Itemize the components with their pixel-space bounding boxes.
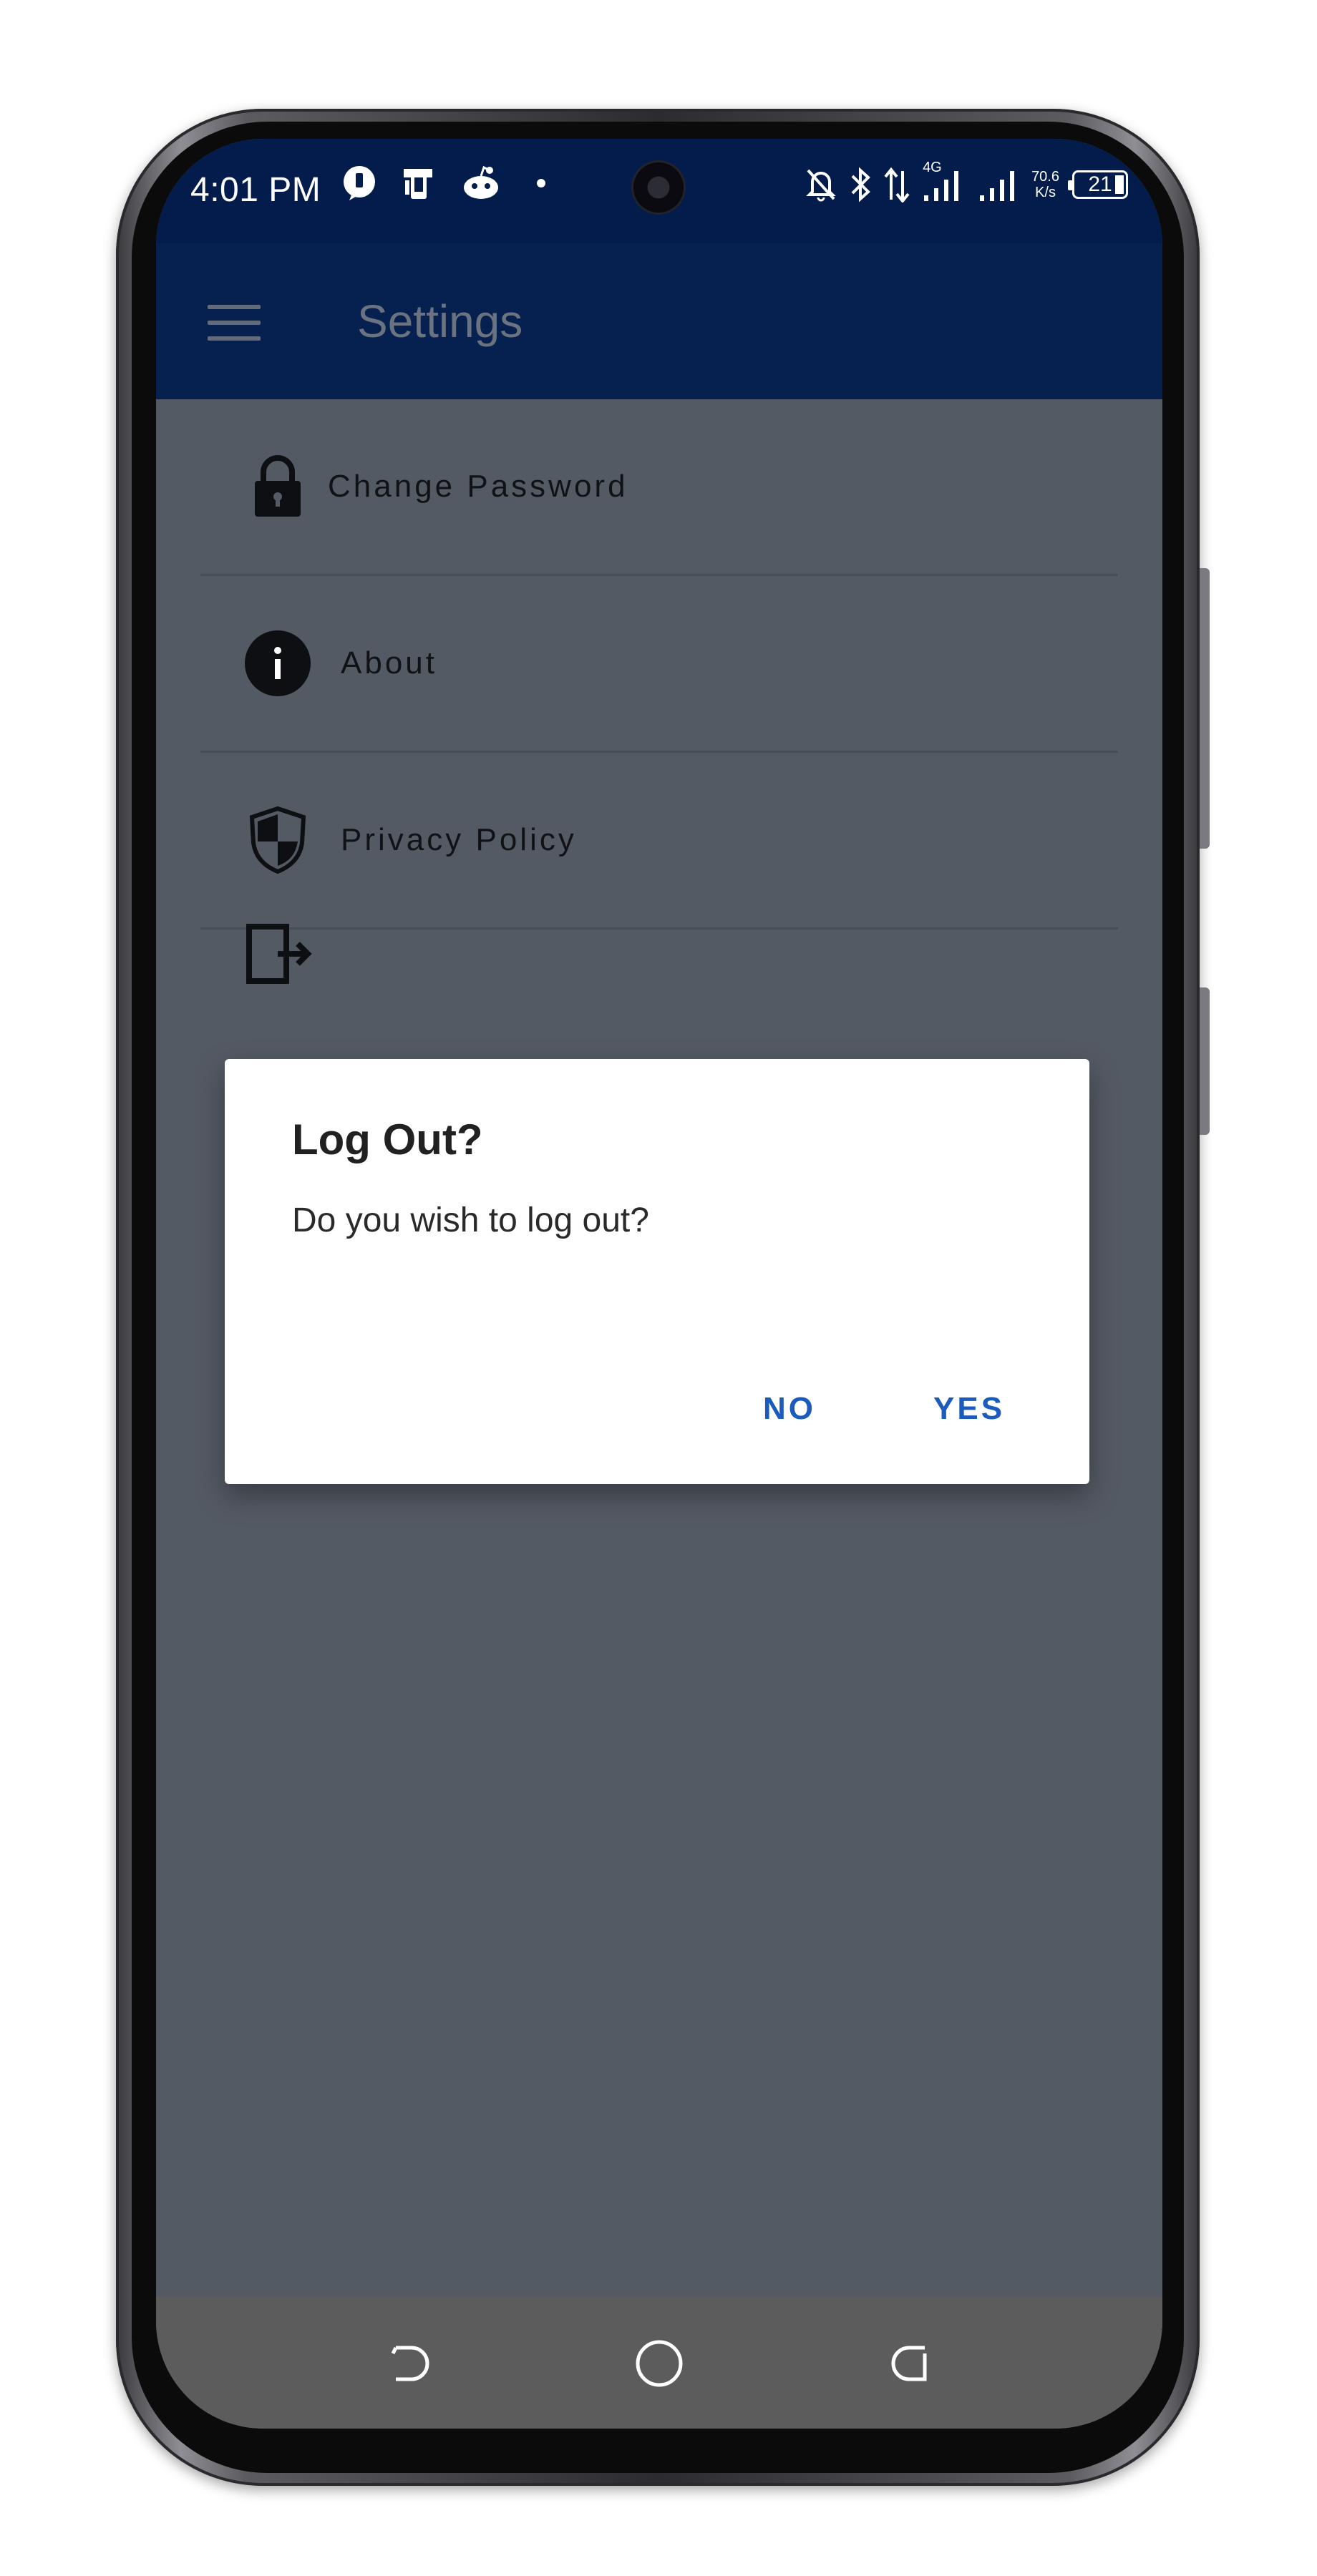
volume-button: [1200, 568, 1210, 849]
settings-list: Change Password About Privacy Policy: [200, 399, 1118, 1104]
status-notification-icons: [341, 165, 545, 202]
settings-item-label: About: [341, 645, 437, 680]
home-icon[interactable]: [634, 2338, 684, 2389]
app-bar: Settings: [156, 243, 1162, 399]
no-button[interactable]: NO: [763, 1391, 816, 1427]
status-system-icons: 4G 70.6 K/s 21: [805, 160, 1128, 203]
data-arrows-icon: [884, 167, 910, 203]
page-title: Settings: [357, 296, 523, 347]
dot-icon: [537, 179, 545, 187]
back-icon[interactable]: [384, 2338, 434, 2389]
mute-bell-icon: [805, 167, 837, 202]
front-camera: [631, 160, 686, 215]
network-speed: 70.6 K/s: [1031, 169, 1059, 200]
settings-item-label: Privacy Policy: [341, 822, 577, 857]
status-time: 4:01 PM: [190, 171, 321, 209]
network-type: 4G: [923, 160, 942, 175]
navigation-bar: [156, 2297, 1162, 2429]
network-speed-value: 70.6: [1031, 169, 1059, 185]
recents-icon[interactable]: [887, 2338, 937, 2389]
battery-icon: 21: [1068, 170, 1128, 199]
power-button: [1200, 987, 1210, 1135]
yes-button[interactable]: YES: [933, 1391, 1005, 1427]
hamburger-menu-icon[interactable]: [208, 305, 261, 352]
info-icon: [243, 629, 312, 698]
settings-item-label: Change Password: [328, 469, 628, 504]
battery-fill: [1115, 175, 1124, 194]
dialog-message: Do you wish to log out?: [292, 1201, 649, 1239]
settings-item-change-password[interactable]: Change Password: [200, 399, 1118, 576]
battery-level: 21: [1088, 172, 1112, 196]
reddit-icon: [461, 165, 501, 202]
dialog-title: Log Out?: [292, 1116, 483, 1163]
status-bar: 4:01 PM 4G 70.6 K/s 21: [156, 139, 1162, 243]
network-speed-unit: K/s: [1035, 185, 1056, 200]
settings-item-privacy-policy[interactable]: Privacy Policy: [200, 753, 1118, 930]
shield-icon: [243, 806, 312, 874]
signal-icon: 4G: [923, 160, 966, 203]
signal-icon-2: [978, 167, 1019, 203]
device-screen: 4:01 PM 4G 70.6 K/s 21 Settings Change P…: [156, 139, 1162, 2429]
logout-icon: [243, 919, 312, 988]
phone-app-icon: [401, 165, 438, 202]
logout-dialog: Log Out? Do you wish to log out? NO YES: [225, 1059, 1089, 1484]
bluetooth-icon: [850, 166, 871, 203]
lock-icon: [243, 452, 312, 521]
settings-item-about[interactable]: About: [200, 576, 1118, 753]
notification-app-icon: [341, 165, 378, 202]
